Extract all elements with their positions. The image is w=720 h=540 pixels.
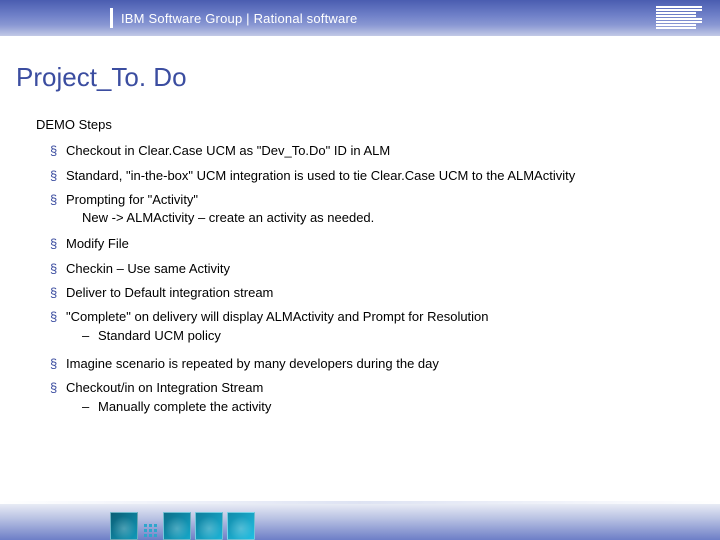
list-item: Checkout in Clear.Case UCM as "Dev_To.Do… — [50, 139, 720, 163]
content-heading: DEMO Steps — [36, 117, 720, 133]
list-item-text: Checkin – Use same Activity — [66, 261, 230, 276]
banner-separator — [110, 8, 113, 28]
list-item: Checkin – Use same Activity — [50, 257, 720, 281]
footer-tile-icon — [163, 512, 191, 540]
list-item: Modify File — [50, 232, 720, 256]
top-banner: IBM Software Group | Rational software — [0, 0, 720, 36]
list-item-text: Imagine scenario is repeated by many dev… — [66, 356, 439, 371]
list-item-text: "Complete" on delivery will display ALMA… — [66, 309, 489, 324]
list-item: Imagine scenario is repeated by many dev… — [50, 352, 720, 376]
list-item-dash-sub: Manually complete the activity — [66, 396, 720, 418]
list-item-text: Checkout in Clear.Case UCM as "Dev_To.Do… — [66, 143, 390, 158]
list-item: Checkout/in on Integration Stream Manual… — [50, 376, 720, 423]
ibm-logo-icon — [656, 6, 702, 29]
list-item: Deliver to Default integration stream — [50, 281, 720, 305]
footer-dots-icon — [144, 524, 157, 537]
footer-tile-icon — [110, 512, 138, 540]
list-item: Standard, "in-the-box" UCM integration i… — [50, 164, 720, 188]
content-area: DEMO Steps Checkout in Clear.Case UCM as… — [36, 117, 720, 422]
banner-title: IBM Software Group | Rational software — [121, 11, 357, 26]
list-item: "Complete" on delivery will display ALMA… — [50, 305, 720, 352]
list-item-text: Modify File — [66, 236, 129, 251]
list-item-dash-sub: Standard UCM policy — [66, 325, 720, 347]
list-item-subline: New -> ALMActivity – create an activity … — [66, 208, 720, 228]
footer-bar — [0, 504, 720, 540]
footer-tile-icon — [227, 512, 255, 540]
slide-title: Project_To. Do — [16, 62, 720, 93]
list-item-text: Checkout/in on Integration Stream — [66, 380, 263, 395]
footer-decor — [110, 512, 255, 540]
bullet-list: Checkout in Clear.Case UCM as "Dev_To.Do… — [50, 139, 720, 422]
list-item-text: Standard, "in-the-box" UCM integration i… — [66, 168, 575, 183]
list-item: Prompting for "Activity" New -> ALMActiv… — [50, 188, 720, 233]
list-item-text: Deliver to Default integration stream — [66, 285, 273, 300]
list-item-text: Prompting for "Activity" — [66, 192, 198, 207]
footer-tile-icon — [195, 512, 223, 540]
